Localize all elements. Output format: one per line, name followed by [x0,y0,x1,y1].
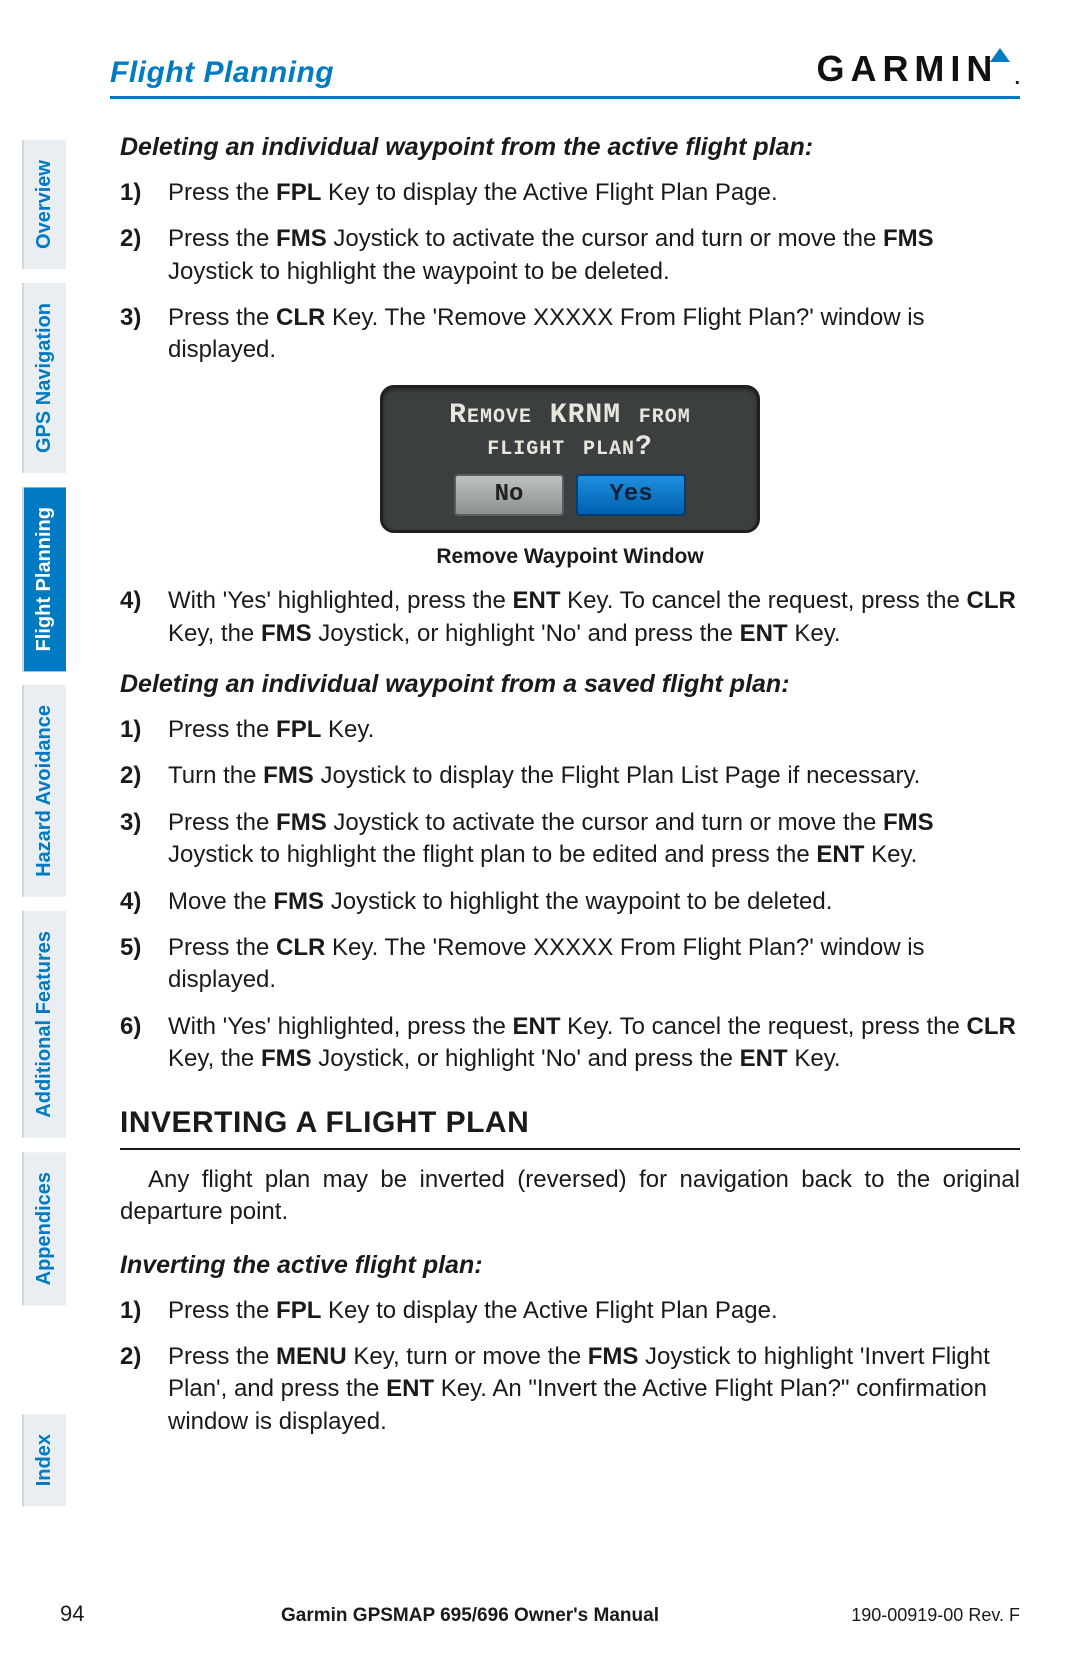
remove-waypoint-window: Remove KRNM from flight plan? No Yes [380,385,760,533]
subhead-delete-active: Deleting an individual waypoint from the… [120,131,1020,165]
device-prompt: Remove KRNM from flight plan? [397,400,743,464]
subhead-invert-active: Inverting the active flight plan: [120,1249,1020,1283]
page-header: Flight Planning GARMIN . [110,48,1020,99]
step-item: 1)Press the FPL Key to display the Activ… [120,177,1020,209]
steps-invert-active: 1)Press the FPL Key to display the Activ… [120,1295,1020,1439]
device-no-button[interactable]: No [454,474,564,516]
logo-text: GARMIN [816,48,998,90]
subhead-delete-saved: Deleting an individual waypoint from a s… [120,668,1020,702]
heading-rule [120,1148,1020,1150]
step-item: 4)With 'Yes' highlighted, press the ENT … [120,585,1020,650]
page-footer: 94 Garmin GPSMAP 695/696 Owner's Manual … [60,1601,1020,1627]
tab-flight-planning[interactable]: Flight Planning [22,487,66,671]
steps-delete-active-cont: 4)With 'Yes' highlighted, press the ENT … [120,585,1020,650]
device-figure: Remove KRNM from flight plan? No Yes Rem… [120,385,1020,572]
side-tabs: Overview GPS Navigation Flight Planning … [22,140,66,1520]
inverting-intro: Any flight plan may be inverted (reverse… [120,1164,1020,1229]
step-item: 2)Press the MENU Key, turn or move the F… [120,1341,1020,1438]
tab-overview[interactable]: Overview [22,140,66,269]
steps-delete-active: 1)Press the FPL Key to display the Activ… [120,177,1020,367]
tab-hazard-avoidance[interactable]: Hazard Avoidance [22,685,66,897]
step-item: 2)Press the FMS Joystick to activate the… [120,223,1020,288]
step-item: 2)Turn the FMS Joystick to display the F… [120,760,1020,792]
content-body: Deleting an individual waypoint from the… [120,131,1020,1438]
footer-revision: 190-00919-00 Rev. F [800,1605,1020,1626]
step-item: 4)Move the FMS Joystick to highlight the… [120,886,1020,918]
device-yes-button[interactable]: Yes [576,474,686,516]
tab-gps-navigation[interactable]: GPS Navigation [22,283,66,473]
logo-dot: . [1014,67,1020,90]
step-item: 3)Press the CLR Key. The 'Remove XXXXX F… [120,302,1020,367]
tab-appendices[interactable]: Appendices [22,1152,66,1305]
steps-delete-saved: 1)Press the FPL Key. 2)Turn the FMS Joys… [120,714,1020,1076]
step-item: 5)Press the CLR Key. The 'Remove XXXXX F… [120,932,1020,997]
footer-title: Garmin GPSMAP 695/696 Owner's Manual [140,1605,800,1627]
section-title: Flight Planning [110,56,334,90]
logo-triangle-icon [990,48,1010,62]
page-number: 94 [60,1601,140,1627]
step-item: 1)Press the FPL Key to display the Activ… [120,1295,1020,1327]
tab-additional-features[interactable]: Additional Features [22,911,66,1138]
figure-caption: Remove Waypoint Window [436,543,703,571]
heading-inverting: INVERTING A FLIGHT PLAN [120,1103,1020,1144]
step-item: 3)Press the FMS Joystick to activate the… [120,807,1020,872]
tab-index[interactable]: Index [22,1414,66,1506]
step-item: 6)With 'Yes' highlighted, press the ENT … [120,1011,1020,1076]
garmin-logo: GARMIN . [816,48,1020,90]
step-item: 1)Press the FPL Key. [120,714,1020,746]
